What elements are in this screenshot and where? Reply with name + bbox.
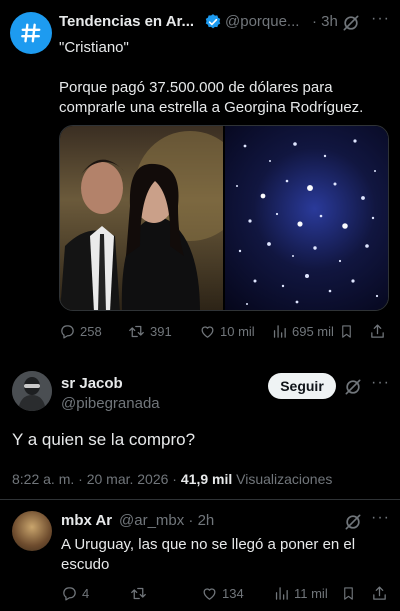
author-name[interactable]: Tendencias en Ar... xyxy=(59,13,194,30)
bookmark-button[interactable] xyxy=(339,323,354,340)
hash-icon xyxy=(20,22,42,44)
share-button[interactable] xyxy=(371,585,388,602)
reply-count: 258 xyxy=(80,324,102,339)
repost-button[interactable]: 391 xyxy=(127,323,172,340)
tweet-subtitle: "Cristiano" xyxy=(59,39,129,56)
reply-icon xyxy=(61,585,78,602)
reply-author-name[interactable]: mbx Ar xyxy=(61,512,112,529)
reply-icon xyxy=(59,323,76,340)
views-button[interactable]: 695 mil xyxy=(271,323,334,340)
repost-icon xyxy=(127,323,146,340)
like-button[interactable]: 134 xyxy=(201,585,244,602)
verified-icon xyxy=(204,13,222,31)
views-count: 11 mil xyxy=(294,586,328,601)
like-icon xyxy=(199,323,216,340)
avatar[interactable] xyxy=(12,511,52,551)
tweet-text: Porque pagó 37.500.000 de dólares para c… xyxy=(59,79,364,116)
avatar[interactable] xyxy=(12,371,52,411)
tweet-datetime[interactable]: 8:22 a. m. · 20 mar. 2026 · xyxy=(12,471,177,487)
author-handle[interactable]: @porque... xyxy=(225,13,299,30)
reply-text: Y a quien se la compro? xyxy=(12,430,196,449)
views-icon xyxy=(273,585,290,602)
like-count: 10 mil xyxy=(220,324,255,339)
bookmark-button[interactable] xyxy=(341,585,356,602)
reply-author-name[interactable]: sr Jacob xyxy=(61,375,123,392)
follow-button[interactable]: Seguir xyxy=(268,373,336,399)
views-label: Visualizaciones xyxy=(236,471,333,487)
tweet-actions: 258 391 10 mil 695 mil xyxy=(59,323,389,343)
grok-icon[interactable] xyxy=(343,377,363,397)
more-icon[interactable]: ··· xyxy=(371,10,390,28)
reply-count: 4 xyxy=(82,586,90,601)
trends-avatar[interactable] xyxy=(10,12,52,54)
repost-count: 391 xyxy=(150,324,172,339)
tweet-metadata: 8:22 a. m. · 20 mar. 2026 · 41,9 mil Vis… xyxy=(12,471,332,487)
reply-text: A Uruguay, las que no se llegó a poner e… xyxy=(61,536,356,573)
photo-stars[interactable] xyxy=(225,126,388,310)
views-button[interactable]: 11 mil xyxy=(273,585,328,602)
like-button[interactable]: 10 mil xyxy=(199,323,255,340)
reply-button[interactable]: 4 xyxy=(61,585,89,602)
more-icon[interactable]: ··· xyxy=(371,509,390,527)
more-icon[interactable]: ··· xyxy=(371,374,390,392)
tweet-time[interactable]: · 3h xyxy=(312,13,338,30)
like-count: 134 xyxy=(222,586,244,601)
repost-icon xyxy=(129,585,148,602)
reply-author-handle[interactable]: @ar_mbx · 2h xyxy=(119,512,214,529)
bookmark-icon xyxy=(339,323,354,340)
photo-couple[interactable] xyxy=(60,126,245,310)
bookmark-icon xyxy=(341,585,356,602)
reply-actions: 4 134 11 mil xyxy=(61,585,391,605)
share-icon xyxy=(371,585,388,602)
views-count: 41,9 mil xyxy=(180,471,233,487)
repost-button[interactable] xyxy=(129,585,152,602)
divider xyxy=(0,499,400,500)
grok-icon[interactable] xyxy=(343,512,363,532)
share-icon xyxy=(369,323,386,340)
reply-button[interactable]: 258 xyxy=(59,323,102,340)
like-icon xyxy=(201,585,218,602)
tweet-media[interactable] xyxy=(59,125,389,311)
views-icon xyxy=(271,323,288,340)
share-button[interactable] xyxy=(369,323,386,340)
views-count: 695 mil xyxy=(292,324,334,339)
grok-icon[interactable] xyxy=(341,13,361,33)
reply-author-handle[interactable]: @pibegranada xyxy=(61,395,160,412)
